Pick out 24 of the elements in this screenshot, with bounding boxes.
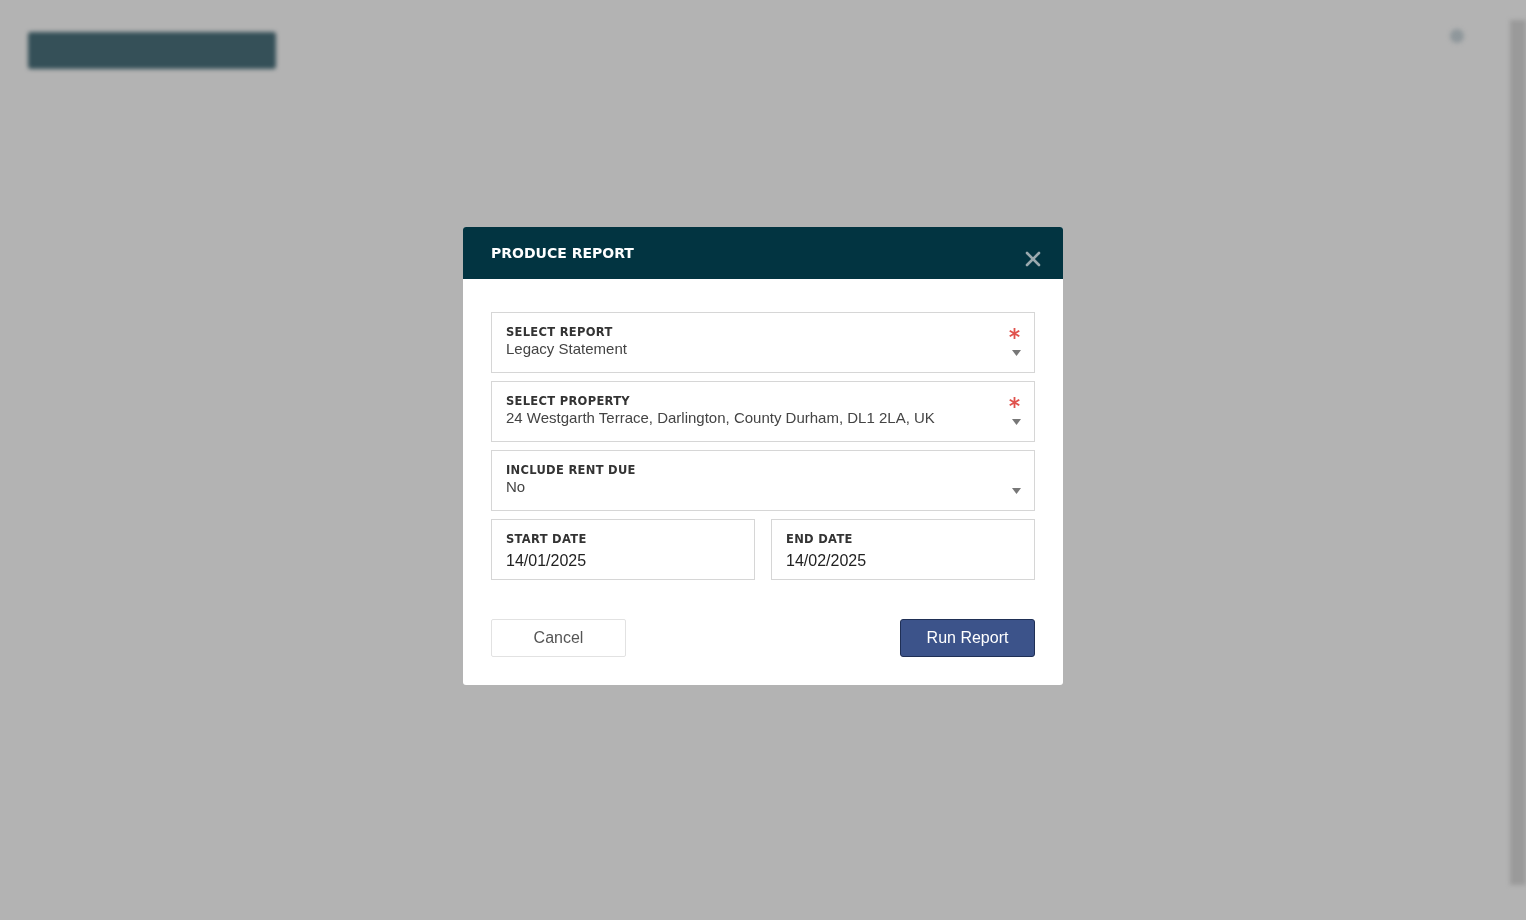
select-value: 24 Westgarth Terrace, Darlington, County Durham, DL1 2LA, UK bbox=[506, 408, 935, 428]
field-label: SELECT PROPERTY bbox=[506, 394, 630, 408]
select-field[interactable]: SELECT REPORT Legacy Statement bbox=[491, 312, 1035, 373]
cancel-button[interactable]: Cancel bbox=[491, 619, 626, 657]
close-button[interactable] bbox=[1025, 251, 1041, 267]
field-label: INCLUDE RENT DUE bbox=[506, 463, 636, 477]
date-field[interactable]: START DATE 14/01/2025 bbox=[491, 519, 755, 580]
date-value: 14/01/2025 bbox=[506, 551, 587, 571]
date-field[interactable]: END DATE 14/02/2025 bbox=[771, 519, 1035, 580]
run-button[interactable]: Run Report bbox=[900, 619, 1035, 657]
field-label: END DATE bbox=[786, 532, 853, 546]
close-icon bbox=[1025, 251, 1041, 267]
select-field[interactable]: INCLUDE RENT DUE No bbox=[491, 450, 1035, 511]
caret-icon bbox=[1012, 419, 1021, 425]
caret-icon bbox=[1012, 488, 1021, 494]
date-value: 14/02/2025 bbox=[786, 551, 867, 571]
select-value: Legacy Statement bbox=[506, 339, 627, 359]
caret-icon bbox=[1012, 350, 1021, 356]
field-label: SELECT REPORT bbox=[506, 325, 613, 339]
select-value: No bbox=[506, 477, 526, 497]
select-field[interactable]: SELECT PROPERTY 24 Westgarth Terrace, Darlington, County Durham, DL1 2LA, UK bbox=[491, 381, 1035, 442]
dialog-title: PRODUCE REPORT bbox=[491, 243, 634, 263]
background-icon bbox=[1450, 29, 1464, 43]
field-label: START DATE bbox=[506, 532, 587, 546]
